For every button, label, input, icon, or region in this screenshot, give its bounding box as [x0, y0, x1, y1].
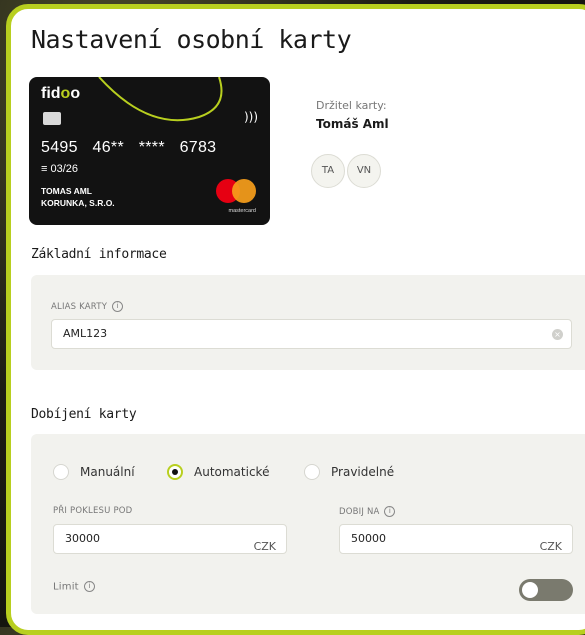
card-chip-icon	[43, 112, 61, 125]
holder-avatars: TA VN	[311, 154, 391, 188]
info-icon[interactable]: i	[84, 581, 96, 592]
avatar[interactable]: VN	[347, 154, 381, 188]
limit-toggle[interactable]	[519, 579, 573, 601]
card-brand-logo: fidoo	[41, 85, 81, 102]
alias-label: ALIAS KARTY i	[51, 301, 123, 312]
contactless-icon: )))	[243, 110, 258, 124]
info-icon[interactable]: i	[384, 506, 396, 517]
info-icon[interactable]: i	[112, 301, 123, 312]
topup-amount-input[interactable]: 50000 CZK	[339, 524, 573, 554]
card-holder-name: Tomáš Aml	[316, 117, 389, 131]
limit-label: Limit i	[53, 581, 96, 593]
clear-icon[interactable]: ×	[552, 329, 563, 340]
basic-info-title: Základní informace	[31, 247, 167, 262]
avatar[interactable]: TA	[311, 154, 345, 188]
card-network-label: mastercard	[228, 208, 256, 214]
alias-input[interactable]: AML123 ×	[51, 319, 572, 349]
threshold-input[interactable]: 30000 CZK	[53, 524, 287, 554]
payment-card: fidoo ))) 5495 46** **** 6783 ≡ 03/26 TO…	[29, 77, 270, 225]
radio-circle[interactable]	[53, 464, 69, 480]
toggle-knob	[522, 582, 538, 598]
threshold-currency: CZK	[253, 540, 276, 553]
page-title: Nastavení osobní karty	[31, 25, 352, 54]
card-settings-panel: Nastavení osobní karty fidoo ))) 5495 46…	[6, 4, 585, 635]
card-holder-label: Držitel karty:	[316, 99, 387, 112]
card-number: 5495 46** **** 6783	[41, 139, 217, 156]
threshold-label: PŘI POKLESU POD	[53, 506, 133, 516]
topup-currency: CZK	[539, 540, 562, 553]
topup-title: Dobíjení karty	[31, 407, 137, 422]
topup-label: DOBIJ NA i	[339, 506, 396, 517]
radio-circle[interactable]	[304, 464, 320, 480]
mastercard-logo-icon	[216, 177, 258, 207]
card-holder-text: TOMAS AML KORUNKA, S.R.O.	[41, 186, 115, 208]
card-expiry: ≡ 03/26	[41, 163, 79, 175]
radio-circle-checked[interactable]	[167, 464, 183, 480]
